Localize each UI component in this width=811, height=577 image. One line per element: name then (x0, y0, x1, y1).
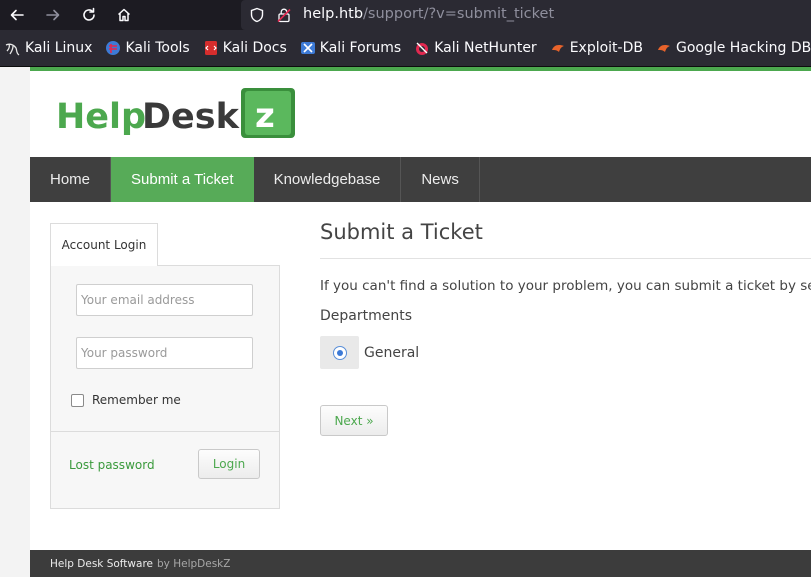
kali-forums-icon (300, 42, 315, 54)
login-button[interactable]: Login (198, 449, 260, 479)
browser-toolbar: help.htb/support/?v=submit_ticket (0, 0, 811, 30)
footer: Help Desk Software by HelpDeskZ (30, 550, 811, 577)
login-divider (51, 431, 279, 432)
footer-by-text: by HelpDeskZ (157, 557, 231, 570)
bookmark-kali-forums[interactable]: Kali Forums (300, 40, 401, 56)
page-gutter (0, 67, 30, 577)
remember-checkbox[interactable] (71, 393, 84, 407)
url-text[interactable]: help.htb/support/?v=submit_ticket (303, 6, 554, 22)
forward-icon[interactable] (40, 3, 66, 27)
bookmark-label: Google Hacking DB (675, 40, 811, 56)
kali-dragon-icon (5, 43, 20, 56)
bookmark-kali-docs[interactable]: Kali Docs (203, 40, 287, 56)
departments-label: Departments (320, 308, 413, 324)
bookmark-label: Kali Linux (25, 40, 93, 56)
insecure-lock-icon[interactable] (276, 7, 292, 23)
next-button[interactable]: Next » (320, 405, 388, 436)
account-login-tab[interactable]: Account Login (50, 223, 158, 266)
radio-selected-dot (336, 349, 343, 356)
bookmark-exploit-db[interactable]: Exploit-DB (550, 40, 643, 56)
radio-wrapper[interactable] (320, 336, 359, 369)
url-bar[interactable]: help.htb/support/?v=submit_ticket (241, 0, 811, 30)
main-nav: Home Submit a Ticket Knowledgebase News (30, 157, 811, 202)
nav-home[interactable]: Home (30, 157, 112, 202)
bookmark-google-hacking-db[interactable]: Google Hacking DB (656, 40, 811, 56)
nethunter-icon (416, 42, 429, 55)
bookmark-kali-tools[interactable]: Kali Tools (105, 40, 190, 56)
bookmark-kali-nethunter[interactable]: Kali NetHunter (414, 40, 537, 56)
bookmarks-toolbar: Kali Linux Kali Tools Kali Docs Kali For… (0, 30, 811, 67)
svg-text:Help: Help (56, 97, 146, 137)
intro-text: If you can't find a solution to your pro… (320, 278, 811, 294)
page-title: Submit a Ticket (320, 220, 483, 244)
ghdb-icon (657, 45, 670, 52)
bookmark-label: Kali Tools (125, 40, 190, 56)
general-radio[interactable] (332, 345, 347, 360)
bookmark-label: Kali Docs (222, 40, 287, 56)
department-name: General (364, 344, 420, 361)
title-divider (320, 258, 811, 259)
kali-docs-icon (204, 41, 217, 55)
bookmark-label: Kali NetHunter (434, 40, 537, 56)
svg-text:z: z (255, 96, 275, 136)
lost-password-link[interactable]: Lost password (69, 458, 155, 472)
bookmark-label: Kali Forums (319, 40, 402, 56)
kali-tools-icon (106, 41, 121, 55)
home-icon[interactable] (111, 3, 137, 27)
nav-news[interactable]: News (401, 157, 480, 202)
reload-icon[interactable] (76, 3, 102, 27)
bookmark-kali-linux[interactable]: Kali Linux (5, 40, 92, 56)
password-input[interactable] (76, 337, 253, 369)
back-icon[interactable] (4, 3, 30, 27)
remember-me[interactable]: Remember me (71, 393, 181, 407)
url-host: help.htb (303, 6, 364, 22)
email-input[interactable] (76, 284, 253, 316)
url-path: /support/?v=submit_ticket (363, 6, 555, 22)
footer-software-link[interactable]: Help Desk Software (50, 558, 153, 570)
svg-text:Desk: Desk (142, 97, 240, 137)
exploit-db-icon (551, 45, 564, 52)
nav-knowledgebase[interactable]: Knowledgebase (254, 157, 402, 202)
web-page: Help Desk z Home Submit a Ticket Knowled… (30, 67, 811, 577)
tracking-shield-icon[interactable] (249, 7, 265, 23)
nav-submit-ticket[interactable]: Submit a Ticket (111, 157, 254, 202)
helpdeskz-logo[interactable]: Help Desk z (56, 85, 296, 141)
login-panel: Remember me Lost password Login (50, 265, 280, 509)
top-accent-bar (30, 67, 811, 71)
bookmark-label: Exploit-DB (569, 40, 643, 56)
remember-label: Remember me (92, 393, 181, 407)
department-option-general[interactable]: General (320, 336, 419, 369)
